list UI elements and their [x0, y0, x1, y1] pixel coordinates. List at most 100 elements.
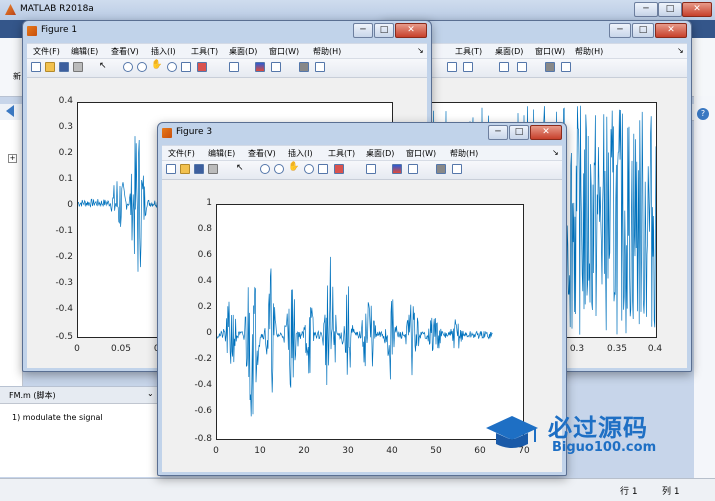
help-icon[interactable]: ?	[697, 108, 709, 120]
toolbar-legend-icon[interactable]	[271, 62, 281, 72]
menu-tools[interactable]: 工具(T)	[455, 46, 482, 57]
menu-tools[interactable]: 工具(T)	[328, 148, 355, 159]
toolbar-brush-icon[interactable]	[197, 62, 207, 72]
toolbar-new-icon[interactable]	[31, 62, 41, 72]
toolbar-hide-icon[interactable]	[436, 164, 446, 174]
figure-1-titlebar: Figure 1 ─ □ ✕	[23, 21, 431, 43]
toolbar-print-icon[interactable]	[208, 164, 218, 174]
figure-3-axes	[216, 204, 524, 440]
toolbar-show-icon[interactable]	[452, 164, 462, 174]
back-arrow-icon[interactable]	[6, 105, 14, 117]
toolbar-print-icon[interactable]	[73, 62, 83, 72]
menu-insert[interactable]: 插入(I)	[151, 46, 176, 57]
figure-3-maximize-button[interactable]: □	[509, 125, 529, 140]
toolbar-pan-icon[interactable]: ✋	[288, 162, 299, 172]
menu-desktop[interactable]: 桌面(D)	[366, 148, 394, 159]
menu-file[interactable]: 文件(F)	[33, 46, 60, 57]
menu-edit[interactable]: 编辑(E)	[71, 46, 98, 57]
menu-dock-icon[interactable]: ↘	[417, 46, 424, 55]
menu-desktop[interactable]: 桌面(D)	[495, 46, 523, 57]
fig1-xtick-0: 0	[74, 344, 80, 354]
toolbar-save-icon[interactable]	[59, 62, 69, 72]
matlab-titlebar: MATLAB R2018a ─ □ ✕	[0, 0, 715, 21]
toolbar-colorbar-icon[interactable]	[255, 62, 265, 72]
figure-1-minimize-button[interactable]: ─	[353, 23, 373, 38]
fig2-xtick-1: 0.3	[569, 344, 585, 354]
toolbar-zoom-in-icon[interactable]	[260, 164, 270, 174]
fig3-ytick-7: -0.4	[194, 380, 212, 390]
menu-help[interactable]: 帮助(H)	[450, 148, 478, 159]
menu-window[interactable]: 窗口(W)	[535, 46, 565, 57]
main-close-button[interactable]: ✕	[682, 2, 712, 17]
menu-view[interactable]: 查看(V)	[248, 148, 276, 159]
toolbar-open-icon[interactable]	[45, 62, 55, 72]
toolbar-hide-icon[interactable]	[299, 62, 309, 72]
toolbar-open-icon[interactable]	[180, 164, 190, 174]
figure-3-icon	[162, 128, 172, 138]
toolbar-link-icon[interactable]	[229, 62, 239, 72]
menu-window[interactable]: 窗口(W)	[269, 46, 299, 57]
menu-window[interactable]: 窗口(W)	[406, 148, 436, 159]
fig1-xtick-1: 0.05	[110, 344, 132, 354]
figure-2-minimize-button[interactable]: ─	[609, 23, 631, 38]
toolbar-link-icon[interactable]	[366, 164, 376, 174]
fig1-ytick-9: -0.5	[55, 332, 73, 342]
fig3-xtick-5: 50	[430, 446, 442, 456]
figure-3-waveform	[217, 256, 493, 417]
file-name-label: FM.m (脚本)	[9, 391, 56, 400]
toolbar-hide-icon[interactable]	[545, 62, 555, 72]
toolbar-datacursor-icon[interactable]	[181, 62, 191, 72]
fig1-ytick-8: -0.4	[55, 304, 73, 314]
menu-desktop[interactable]: 桌面(D)	[229, 46, 257, 57]
toolbar-link-icon[interactable]	[499, 62, 509, 72]
menu-edit[interactable]: 编辑(E)	[208, 148, 235, 159]
toolbar-legend-icon[interactable]	[408, 164, 418, 174]
expand-icon[interactable]: +	[8, 154, 17, 163]
file-dropdown-icon[interactable]: ⌄	[147, 389, 154, 398]
toolbar-zoom-out-icon[interactable]	[274, 164, 284, 174]
menu-dock-icon[interactable]: ↘	[677, 46, 684, 55]
toolbar-zoom-out-icon[interactable]	[137, 62, 147, 72]
fig3-xtick-1: 10	[254, 446, 266, 456]
ribbon-new-label[interactable]: 新	[13, 71, 21, 82]
figure-2-close-button[interactable]: ✕	[655, 23, 687, 38]
file-header: FM.m (脚本) ⌄	[0, 387, 160, 404]
watermark: 必过源码 Biguo100.com	[482, 406, 682, 462]
toolbar-brush-icon[interactable]	[463, 62, 473, 72]
fig1-ytick-6: -0.2	[55, 252, 73, 262]
matlab-logo-icon	[5, 4, 16, 15]
main-minimize-button[interactable]: ─	[634, 2, 658, 17]
toolbar-new-icon[interactable]	[166, 164, 176, 174]
figure-3-minimize-button[interactable]: ─	[488, 125, 508, 140]
matlab-title: MATLAB R2018a	[20, 4, 94, 14]
menu-help[interactable]: 帮助(H)	[575, 46, 603, 57]
toolbar-pointer-icon[interactable]: ↖	[236, 163, 246, 173]
toolbar-colorbar-icon[interactable]	[392, 164, 402, 174]
figure-1-toolbar: ↖ ✋	[27, 58, 427, 78]
toolbar-show-icon[interactable]	[315, 62, 325, 72]
toolbar-pointer-icon[interactable]: ↖	[99, 61, 109, 71]
toolbar-rotate-icon[interactable]	[304, 164, 314, 174]
toolbar-zoom-in-icon[interactable]	[123, 62, 133, 72]
toolbar-save-icon[interactable]	[194, 164, 204, 174]
menu-insert[interactable]: 插入(I)	[288, 148, 313, 159]
main-maximize-button[interactable]: □	[658, 2, 682, 17]
figure-1-close-button[interactable]: ✕	[395, 23, 427, 38]
figure-1-maximize-button[interactable]: □	[374, 23, 394, 38]
toolbar-datacursor-icon[interactable]	[318, 164, 328, 174]
toolbar-brush-icon[interactable]	[334, 164, 344, 174]
toolbar-pan-icon[interactable]: ✋	[151, 60, 162, 70]
toolbar-rotate-icon[interactable]	[167, 62, 177, 72]
toolbar-zoom-icon[interactable]	[447, 62, 457, 72]
menu-file[interactable]: 文件(F)	[168, 148, 195, 159]
workspace-strip: ?	[694, 96, 715, 478]
toolbar-colorbar-icon[interactable]	[517, 62, 527, 72]
menu-dock-icon[interactable]: ↘	[552, 148, 559, 157]
toolbar-show-icon[interactable]	[561, 62, 571, 72]
menu-view[interactable]: 查看(V)	[111, 46, 139, 57]
menu-tools[interactable]: 工具(T)	[191, 46, 218, 57]
menu-help[interactable]: 帮助(H)	[313, 46, 341, 57]
figure-2-maximize-button[interactable]: □	[632, 23, 654, 38]
figure-3-close-button[interactable]: ✕	[530, 125, 562, 140]
figure-3-menubar: 文件(F) 编辑(E) 查看(V) 插入(I) 工具(T) 桌面(D) 窗口(W…	[162, 145, 562, 160]
